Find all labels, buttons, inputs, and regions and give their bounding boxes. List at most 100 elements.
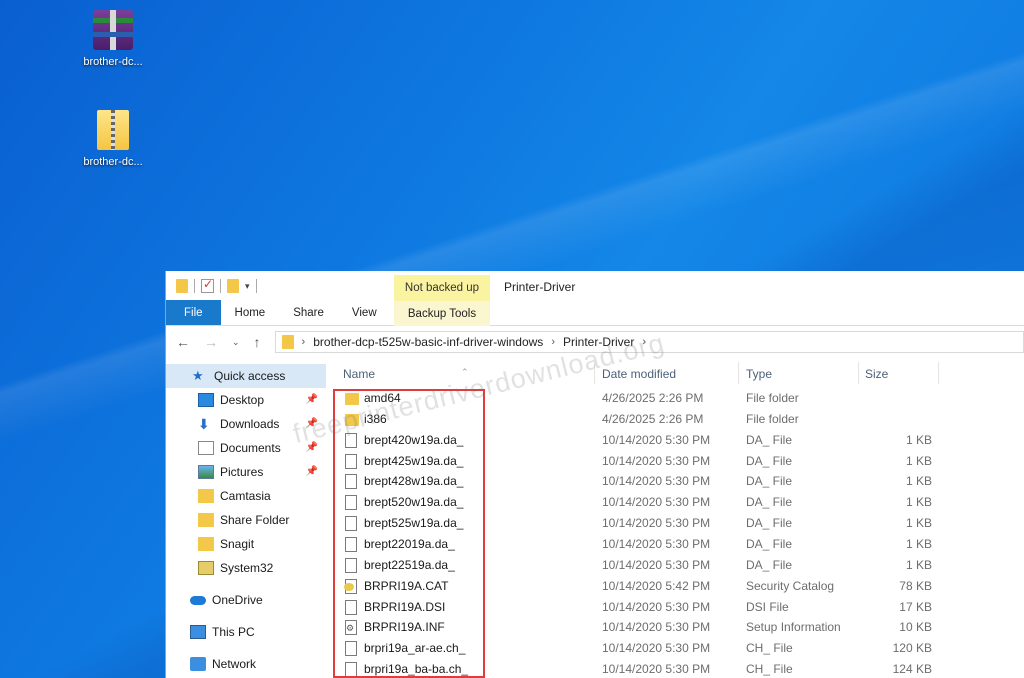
system-folder-icon	[198, 561, 214, 575]
file-date-modified: 10/14/2020 5:30 PM	[602, 453, 711, 468]
nav-camtasia[interactable]: Camtasia	[166, 484, 326, 508]
folder-icon	[176, 279, 188, 293]
nav-system32[interactable]: System32	[166, 556, 326, 580]
up-arrow-icon[interactable]: ↑	[254, 334, 261, 350]
nav-label: Desktop	[220, 393, 265, 407]
pin-icon: 📌	[305, 394, 318, 405]
file-type: Setup Information	[746, 620, 841, 635]
column-divider[interactable]	[738, 362, 739, 384]
column-size[interactable]: Size	[865, 367, 888, 381]
file-date-modified: 10/14/2020 5:30 PM	[602, 662, 711, 677]
file-date-modified: 4/26/2025 2:26 PM	[602, 411, 704, 426]
file-date-modified: 10/14/2020 5:30 PM	[602, 495, 711, 510]
window-title: Printer-Driver	[504, 280, 576, 294]
nav-network[interactable]: Network	[166, 652, 326, 676]
desktop-icon-label: brother-dc...	[83, 56, 143, 68]
file-size: 1 KB	[905, 557, 932, 572]
file-type: DA_ File	[746, 536, 793, 551]
nav-desktop[interactable]: Desktop 📌	[166, 388, 326, 412]
column-divider[interactable]	[858, 362, 859, 384]
chevron-right-icon: ›	[301, 336, 306, 348]
file-date-modified: 10/14/2020 5:30 PM	[602, 557, 711, 572]
column-type[interactable]: Type	[746, 367, 772, 381]
nav-label: This PC	[212, 625, 255, 639]
file-date-modified: 10/14/2020 5:42 PM	[602, 578, 711, 593]
desktop-icon-archive[interactable]: brother-dc...	[73, 10, 153, 68]
file-size: 17 KB	[899, 599, 932, 614]
nav-label: Documents	[220, 441, 281, 455]
file-date-modified: 10/14/2020 5:30 PM	[602, 516, 711, 531]
desktop-icon-label: brother-dc...	[83, 156, 143, 168]
nav-label: Downloads	[220, 417, 280, 431]
new-folder-icon[interactable]	[227, 279, 239, 293]
nav-onedrive[interactable]: OneDrive	[166, 588, 326, 612]
pictures-icon	[198, 465, 214, 479]
nav-label: Pictures	[220, 465, 264, 479]
toolbar-separator	[220, 279, 221, 293]
properties-icon[interactable]	[201, 277, 214, 293]
file-date-modified: 10/14/2020 5:30 PM	[602, 432, 711, 447]
nav-label: Network	[212, 657, 257, 671]
chevron-right-icon: ›	[551, 336, 555, 348]
file-type: CH_ File	[746, 662, 793, 677]
back-arrow-icon[interactable]: ←	[176, 334, 190, 350]
file-type: Security Catalog	[746, 578, 835, 593]
file-size: 1 KB	[905, 516, 932, 531]
nav-label: Quick access	[214, 369, 286, 383]
desktop-icon	[198, 393, 214, 407]
tab-home[interactable]: Home	[221, 300, 280, 325]
column-name[interactable]: Name	[343, 367, 375, 381]
file-date-modified: 10/14/2020 5:30 PM	[602, 641, 711, 656]
navigation-pane: ★ Quick access Desktop 📌 ⬇ Downloads 📌 D…	[166, 358, 326, 678]
tab-file[interactable]: File	[166, 300, 221, 325]
file-type: DA_ File	[746, 474, 793, 489]
nav-pictures[interactable]: Pictures 📌	[166, 460, 326, 484]
file-size: 1 KB	[905, 536, 932, 551]
cloud-icon	[190, 595, 206, 605]
ribbon-tabs: File Home Share View Backup Tools	[166, 300, 1024, 326]
toolbar-separator	[255, 279, 257, 293]
computer-icon	[190, 625, 206, 639]
tab-backup-tools[interactable]: Backup Tools	[394, 301, 490, 326]
forward-arrow-icon[interactable]: →	[204, 334, 218, 350]
file-size: 1 KB	[905, 432, 932, 447]
file-size: 1 KB	[905, 474, 932, 489]
quick-access-toolbar: ▾ Not backed up Printer-Driver	[166, 271, 1024, 301]
nav-label: Share Folder	[220, 513, 290, 527]
context-tab-group-label: Not backed up	[394, 275, 490, 301]
nav-label: Snagit	[220, 537, 255, 551]
nav-quick-access[interactable]: ★ Quick access	[166, 364, 326, 388]
file-date-modified: 4/26/2025 2:26 PM	[602, 391, 704, 405]
network-icon	[190, 657, 206, 671]
file-type: File folder	[746, 391, 799, 405]
folder-icon	[198, 513, 214, 527]
nav-label: Camtasia	[220, 489, 271, 503]
download-icon: ⬇	[198, 416, 210, 432]
column-divider[interactable]	[938, 362, 939, 384]
customize-toolbar-icon[interactable]: ▾	[245, 281, 250, 292]
file-explorer-window: ▾ Not backed up Printer-Driver File Home…	[165, 271, 1024, 678]
file-size: 78 KB	[899, 578, 932, 593]
desktop-icon-folder[interactable]: brother-dc...	[73, 110, 153, 168]
nav-share-folder[interactable]: Share Folder	[166, 508, 326, 532]
file-date-modified: 10/14/2020 5:30 PM	[602, 599, 711, 614]
breadcrumb-segment[interactable]: brother-dcp-t525w-basic-inf-driver-windo…	[313, 335, 543, 349]
folder-icon	[281, 335, 294, 349]
recent-locations-chevron-icon[interactable]: ⌄	[232, 337, 240, 348]
tab-view[interactable]: View	[338, 300, 391, 325]
nav-label: OneDrive	[212, 593, 263, 607]
file-size: 120 KB	[892, 641, 932, 656]
toolbar-separator	[194, 279, 195, 293]
nav-this-pc[interactable]: This PC	[166, 620, 326, 644]
tab-share[interactable]: Share	[279, 300, 338, 325]
file-type: DSI File	[746, 599, 789, 614]
nav-snagit[interactable]: Snagit	[166, 532, 326, 556]
file-date-modified: 10/14/2020 5:30 PM	[602, 474, 711, 489]
file-size: 1 KB	[905, 495, 932, 510]
file-type: DA_ File	[746, 432, 793, 447]
file-type: DA_ File	[746, 516, 793, 531]
explorer-content: ★ Quick access Desktop 📌 ⬇ Downloads 📌 D…	[166, 358, 1024, 678]
file-size: 10 KB	[899, 620, 932, 635]
star-icon: ★	[192, 368, 204, 383]
zip-folder-icon	[97, 110, 129, 150]
